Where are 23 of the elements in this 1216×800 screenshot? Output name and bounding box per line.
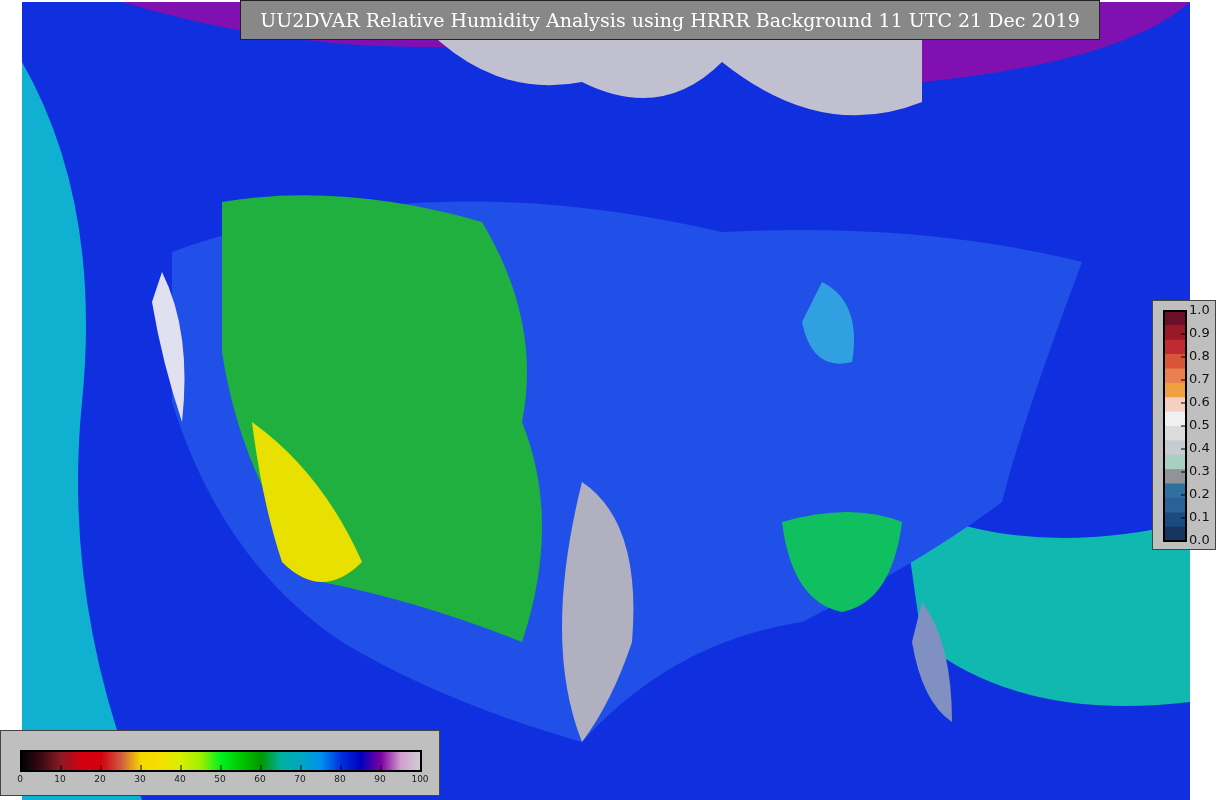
tick-label: 0.6 xyxy=(1189,394,1210,410)
tick-label: 40 xyxy=(173,774,187,784)
tick-label: 100 xyxy=(410,774,430,784)
tick-label: 20 xyxy=(93,774,107,784)
tick-label: 0.1 xyxy=(1189,509,1210,525)
tick-label: 0.4 xyxy=(1189,440,1210,456)
tick-label: 10 xyxy=(53,774,67,784)
tick-label: 0.2 xyxy=(1189,486,1210,502)
tick-label: 0.0 xyxy=(1189,532,1210,548)
tick-label: 30 xyxy=(133,774,147,784)
map-title: UU2DVAR Relative Humidity Analysis using HRRR Background 11 UTC 21 Dec 2019 xyxy=(240,0,1100,40)
tick-label: 0.9 xyxy=(1189,325,1210,341)
tick-label: 0 xyxy=(16,774,24,784)
tick-label: 0.8 xyxy=(1189,348,1210,364)
tick-label: 80 xyxy=(333,774,347,784)
tick-label: 60 xyxy=(253,774,267,784)
tick-label: 0.5 xyxy=(1189,417,1210,433)
tick-label: 50 xyxy=(213,774,227,784)
tick-label: 90 xyxy=(373,774,387,784)
tick-label: 70 xyxy=(293,774,307,784)
tick-label: 0.7 xyxy=(1189,371,1210,387)
tick-label: 1.0 xyxy=(1189,302,1210,318)
tick-label: 0.3 xyxy=(1189,463,1210,479)
